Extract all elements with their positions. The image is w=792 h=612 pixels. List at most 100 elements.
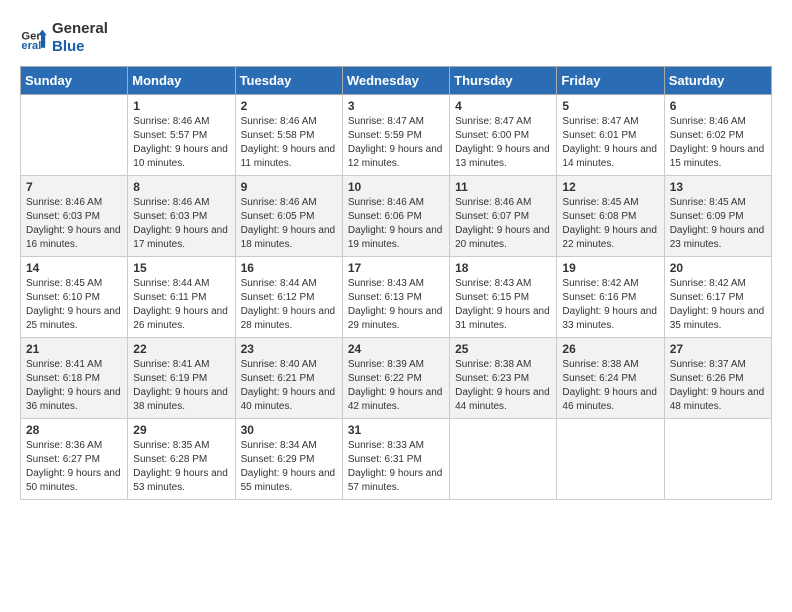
calendar-week-row: 14 Sunrise: 8:45 AM Sunset: 6:10 PM Dayl… (21, 257, 772, 338)
calendar-cell: 19 Sunrise: 8:42 AM Sunset: 6:16 PM Dayl… (557, 257, 664, 338)
sunrise-info: Sunrise: 8:39 AM (348, 359, 424, 370)
sunset-info: Sunset: 6:00 PM (455, 130, 529, 141)
sunrise-info: Sunrise: 8:42 AM (670, 278, 746, 289)
svg-text:eral: eral (21, 40, 41, 52)
day-number: 10 (348, 180, 444, 194)
sunrise-info: Sunrise: 8:44 AM (133, 278, 209, 289)
sunset-info: Sunset: 6:18 PM (26, 373, 100, 384)
daylight-info: Daylight: 9 hours and 42 minutes. (348, 387, 443, 412)
calendar-cell: 1 Sunrise: 8:46 AM Sunset: 5:57 PM Dayli… (128, 95, 235, 176)
day-number: 21 (26, 342, 122, 356)
sunset-info: Sunset: 6:21 PM (241, 373, 315, 384)
daylight-info: Daylight: 9 hours and 55 minutes. (241, 468, 336, 493)
daylight-info: Daylight: 9 hours and 38 minutes. (133, 387, 228, 412)
calendar-cell: 28 Sunrise: 8:36 AM Sunset: 6:27 PM Dayl… (21, 419, 128, 500)
calendar-cell: 21 Sunrise: 8:41 AM Sunset: 6:18 PM Dayl… (21, 338, 128, 419)
sunset-info: Sunset: 6:24 PM (562, 373, 636, 384)
calendar-cell: 18 Sunrise: 8:43 AM Sunset: 6:15 PM Dayl… (450, 257, 557, 338)
logo: Gen eral General Blue (20, 20, 108, 56)
day-number: 1 (133, 99, 229, 113)
day-number: 29 (133, 423, 229, 437)
sunrise-info: Sunrise: 8:38 AM (455, 359, 531, 370)
calendar-cell: 6 Sunrise: 8:46 AM Sunset: 6:02 PM Dayli… (664, 95, 771, 176)
day-number: 24 (348, 342, 444, 356)
sunrise-info: Sunrise: 8:41 AM (133, 359, 209, 370)
calendar-table: SundayMondayTuesdayWednesdayThursdayFrid… (20, 66, 772, 500)
day-number: 8 (133, 180, 229, 194)
calendar-header-row: SundayMondayTuesdayWednesdayThursdayFrid… (21, 67, 772, 95)
day-number: 19 (562, 261, 658, 275)
sunset-info: Sunset: 6:17 PM (670, 292, 744, 303)
sunset-info: Sunset: 6:02 PM (670, 130, 744, 141)
daylight-info: Daylight: 9 hours and 12 minutes. (348, 144, 443, 169)
sunrise-info: Sunrise: 8:46 AM (26, 197, 102, 208)
daylight-info: Daylight: 9 hours and 31 minutes. (455, 306, 550, 331)
sunset-info: Sunset: 6:11 PM (133, 292, 206, 303)
calendar-week-row: 1 Sunrise: 8:46 AM Sunset: 5:57 PM Dayli… (21, 95, 772, 176)
daylight-info: Daylight: 9 hours and 22 minutes. (562, 225, 657, 250)
daylight-info: Daylight: 9 hours and 29 minutes. (348, 306, 443, 331)
sunrise-info: Sunrise: 8:42 AM (562, 278, 638, 289)
sunrise-info: Sunrise: 8:46 AM (241, 116, 317, 127)
calendar-cell: 29 Sunrise: 8:35 AM Sunset: 6:28 PM Dayl… (128, 419, 235, 500)
daylight-info: Daylight: 9 hours and 10 minutes. (133, 144, 228, 169)
calendar-cell: 3 Sunrise: 8:47 AM Sunset: 5:59 PM Dayli… (342, 95, 449, 176)
calendar-cell: 11 Sunrise: 8:46 AM Sunset: 6:07 PM Dayl… (450, 176, 557, 257)
sunset-info: Sunset: 6:03 PM (26, 211, 100, 222)
daylight-info: Daylight: 9 hours and 26 minutes. (133, 306, 228, 331)
day-number: 2 (241, 99, 337, 113)
sunrise-info: Sunrise: 8:43 AM (455, 278, 531, 289)
calendar-cell: 27 Sunrise: 8:37 AM Sunset: 6:26 PM Dayl… (664, 338, 771, 419)
sunrise-info: Sunrise: 8:40 AM (241, 359, 317, 370)
day-number: 4 (455, 99, 551, 113)
sunrise-info: Sunrise: 8:41 AM (26, 359, 102, 370)
day-number: 3 (348, 99, 444, 113)
daylight-info: Daylight: 9 hours and 18 minutes. (241, 225, 336, 250)
sunset-info: Sunset: 6:12 PM (241, 292, 315, 303)
day-number: 20 (670, 261, 766, 275)
logo-icon: Gen eral (20, 24, 48, 52)
calendar-cell: 15 Sunrise: 8:44 AM Sunset: 6:11 PM Dayl… (128, 257, 235, 338)
daylight-info: Daylight: 9 hours and 53 minutes. (133, 468, 228, 493)
daylight-info: Daylight: 9 hours and 57 minutes. (348, 468, 443, 493)
sunset-info: Sunset: 5:59 PM (348, 130, 422, 141)
calendar-week-row: 21 Sunrise: 8:41 AM Sunset: 6:18 PM Dayl… (21, 338, 772, 419)
sunrise-info: Sunrise: 8:34 AM (241, 440, 317, 451)
calendar-cell: 26 Sunrise: 8:38 AM Sunset: 6:24 PM Dayl… (557, 338, 664, 419)
sunset-info: Sunset: 6:07 PM (455, 211, 529, 222)
daylight-info: Daylight: 9 hours and 33 minutes. (562, 306, 657, 331)
logo-text-line1: General (52, 20, 108, 38)
page-header: Gen eral General Blue (20, 20, 772, 56)
sunrise-info: Sunrise: 8:46 AM (670, 116, 746, 127)
sunrise-info: Sunrise: 8:45 AM (670, 197, 746, 208)
calendar-week-row: 28 Sunrise: 8:36 AM Sunset: 6:27 PM Dayl… (21, 419, 772, 500)
calendar-cell: 7 Sunrise: 8:46 AM Sunset: 6:03 PM Dayli… (21, 176, 128, 257)
header-friday: Friday (557, 67, 664, 95)
calendar-cell: 17 Sunrise: 8:43 AM Sunset: 6:13 PM Dayl… (342, 257, 449, 338)
day-number: 25 (455, 342, 551, 356)
day-number: 14 (26, 261, 122, 275)
calendar-cell (450, 419, 557, 500)
sunset-info: Sunset: 6:09 PM (670, 211, 744, 222)
daylight-info: Daylight: 9 hours and 48 minutes. (670, 387, 765, 412)
day-number: 31 (348, 423, 444, 437)
calendar-cell: 4 Sunrise: 8:47 AM Sunset: 6:00 PM Dayli… (450, 95, 557, 176)
daylight-info: Daylight: 9 hours and 28 minutes. (241, 306, 336, 331)
sunset-info: Sunset: 6:28 PM (133, 454, 207, 465)
day-number: 22 (133, 342, 229, 356)
calendar-cell: 23 Sunrise: 8:40 AM Sunset: 6:21 PM Dayl… (235, 338, 342, 419)
calendar-cell (557, 419, 664, 500)
day-number: 23 (241, 342, 337, 356)
day-number: 9 (241, 180, 337, 194)
header-wednesday: Wednesday (342, 67, 449, 95)
header-saturday: Saturday (664, 67, 771, 95)
calendar-cell (664, 419, 771, 500)
day-number: 12 (562, 180, 658, 194)
sunrise-info: Sunrise: 8:47 AM (455, 116, 531, 127)
sunset-info: Sunset: 6:06 PM (348, 211, 422, 222)
calendar-cell: 10 Sunrise: 8:46 AM Sunset: 6:06 PM Dayl… (342, 176, 449, 257)
sunrise-info: Sunrise: 8:44 AM (241, 278, 317, 289)
sunrise-info: Sunrise: 8:47 AM (348, 116, 424, 127)
sunset-info: Sunset: 5:58 PM (241, 130, 315, 141)
header-tuesday: Tuesday (235, 67, 342, 95)
